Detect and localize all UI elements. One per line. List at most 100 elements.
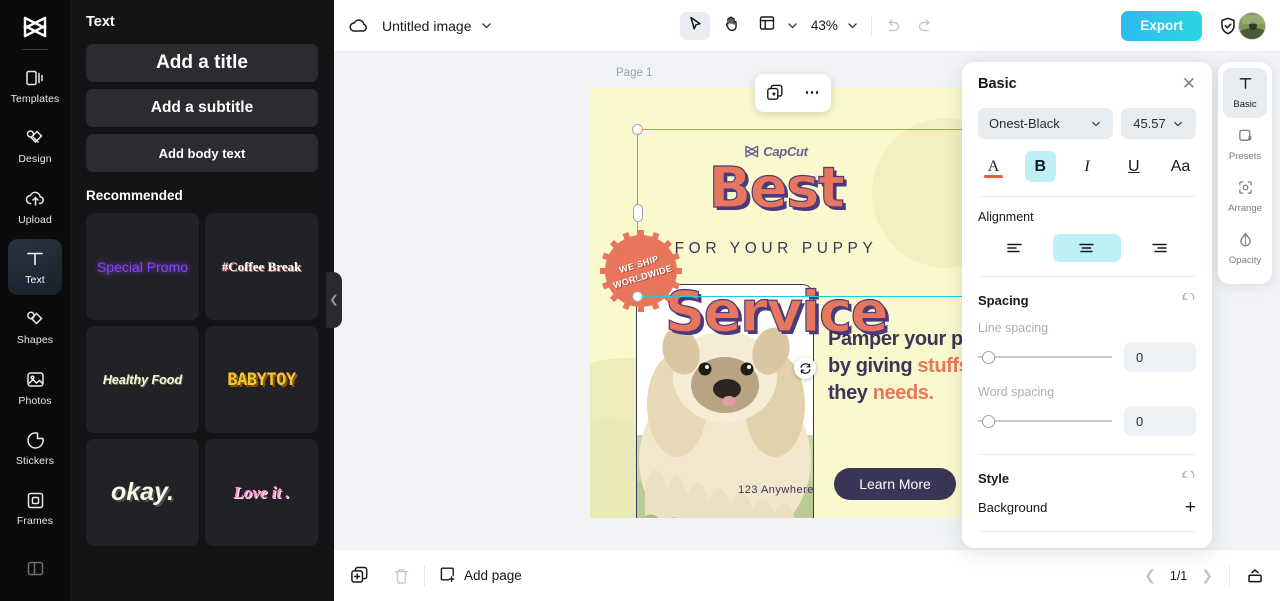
text-template-card[interactable]: Special Promo xyxy=(86,213,199,320)
text-template-card[interactable]: BABYTOY xyxy=(205,326,318,433)
worldwide-badge[interactable]: WE SHIP WORLDWIDE xyxy=(598,228,684,314)
tab-arrange[interactable]: Arrange xyxy=(1223,172,1267,222)
text-template-card[interactable]: #Coffee Break xyxy=(205,213,318,320)
line-spacing-input[interactable]: 0 xyxy=(1124,342,1196,372)
sidebar-item-upload[interactable]: Upload xyxy=(8,179,62,235)
background-row[interactable]: Background + xyxy=(978,498,1196,517)
text-template-card[interactable]: okay. xyxy=(86,439,199,546)
line-spacing-label: Line spacing xyxy=(978,321,1049,335)
italic-button[interactable]: I xyxy=(1072,151,1103,182)
sidebar-item-templates[interactable]: Templates xyxy=(8,58,62,114)
layout-chevron-down-icon[interactable] xyxy=(786,19,799,32)
duplicate-icon[interactable] xyxy=(766,84,784,102)
word-spacing-slider[interactable] xyxy=(978,414,1112,428)
sidebar-item-text[interactable]: Text xyxy=(8,238,62,296)
divider xyxy=(978,276,1196,277)
sidebar-label: Shapes xyxy=(16,334,54,347)
duplicate-page-icon[interactable] xyxy=(350,566,369,585)
document-title[interactable]: Untitled image xyxy=(382,18,472,34)
shield-check-icon[interactable] xyxy=(1218,16,1238,36)
tab-label: Basic xyxy=(1233,99,1257,110)
layout-tool-button[interactable] xyxy=(752,12,782,40)
body-text-emph: needs. xyxy=(872,382,934,404)
add-page-button[interactable]: Add page xyxy=(439,566,522,586)
divider xyxy=(978,531,1196,532)
alignment-label: Alignment xyxy=(978,210,1034,224)
chevron-right-icon[interactable]: ❯ xyxy=(1201,567,1213,584)
chevron-left-icon[interactable]: ❮ xyxy=(1144,567,1156,584)
text-template-card[interactable]: Love it . xyxy=(205,439,318,546)
layout-icon xyxy=(759,15,775,36)
capcut-logo-icon[interactable] xyxy=(18,10,52,43)
zoom-chevron-down-icon[interactable] xyxy=(846,19,859,32)
font-size-value: 45.57 xyxy=(1133,116,1166,131)
add-body-text-button[interactable]: Add body text xyxy=(86,134,318,172)
reset-icon[interactable] xyxy=(1181,471,1196,486)
add-subtitle-button[interactable]: Add a subtitle xyxy=(86,89,318,127)
font-controls-row: Onest-Black 45.57 xyxy=(978,108,1196,139)
bold-glyph: B xyxy=(1034,157,1047,175)
rotate-handle-icon[interactable] xyxy=(794,357,816,379)
text-template-card[interactable]: Healthy Food xyxy=(86,326,199,433)
cursor-arrow-icon xyxy=(687,15,703,37)
text-icon xyxy=(24,248,46,270)
font-family-select[interactable]: Onest-Black xyxy=(978,108,1113,139)
sidebar-label: Text xyxy=(25,274,45,287)
close-icon[interactable]: ✕ xyxy=(1182,75,1196,92)
footer-address[interactable]: 123 Anywhere xyxy=(590,484,962,496)
style-section-header: Style xyxy=(978,471,1196,486)
underline-button[interactable]: U xyxy=(1118,151,1149,182)
font-size-select[interactable]: 45.57 xyxy=(1121,108,1196,139)
select-tool-button[interactable] xyxy=(679,11,710,40)
undo-icon[interactable] xyxy=(884,18,902,34)
template-label: Healthy Food xyxy=(102,372,183,387)
properties-title: Basic xyxy=(978,76,1017,92)
headline-top[interactable]: Best xyxy=(590,155,962,221)
slider-knob[interactable] xyxy=(982,350,995,364)
align-center-button[interactable] xyxy=(1052,234,1121,262)
body-text-emph: stuffs xyxy=(917,355,962,377)
toolbar-divider xyxy=(1229,565,1230,586)
add-title-button[interactable]: Add a title xyxy=(86,44,318,82)
layout-more-icon xyxy=(24,558,46,580)
sidebar-item-more[interactable] xyxy=(8,541,62,597)
letter-case-button[interactable]: Aa xyxy=(1165,151,1196,182)
sidebar-item-design[interactable]: Design xyxy=(8,118,62,174)
word-spacing-input[interactable]: 0 xyxy=(1124,406,1196,436)
hand-tool-button[interactable] xyxy=(716,12,746,40)
text-color-button[interactable]: A xyxy=(978,151,1009,182)
artboard[interactable]: CapCut Best FOR YOUR PUPPY Service WE SH… xyxy=(590,88,962,518)
panel-collapse-handle[interactable]: ❮ xyxy=(326,272,342,328)
recommended-heading: Recommended xyxy=(86,188,183,203)
chevron-down-icon[interactable] xyxy=(480,19,493,32)
more-options-icon[interactable]: ⋯ xyxy=(805,85,821,100)
align-left-button[interactable] xyxy=(980,234,1048,262)
text-color-glyph: A xyxy=(987,157,1000,175)
plus-icon[interactable]: + xyxy=(1185,498,1196,517)
tab-basic[interactable]: Basic xyxy=(1223,68,1267,118)
trash-icon[interactable] xyxy=(393,567,410,585)
export-button[interactable]: Export xyxy=(1121,10,1203,41)
align-center-icon xyxy=(1079,243,1095,253)
redo-icon[interactable] xyxy=(916,18,934,34)
frames-icon xyxy=(24,489,46,511)
reset-icon[interactable] xyxy=(1181,293,1196,308)
align-right-button[interactable] xyxy=(1126,234,1194,262)
slider-knob[interactable] xyxy=(982,414,995,428)
align-right-icon xyxy=(1152,243,1167,253)
bold-button[interactable]: B xyxy=(1024,151,1056,182)
sidebar-item-photos[interactable]: Photos xyxy=(8,360,62,416)
sidebar-item-shapes[interactable]: Shapes xyxy=(8,299,62,355)
body-copy[interactable]: Pamper your pup by giving stuffs they ne… xyxy=(828,326,962,407)
user-avatar[interactable] xyxy=(1238,11,1267,40)
design-icon xyxy=(24,127,46,149)
tab-presets[interactable]: Presets xyxy=(1223,120,1267,170)
line-spacing-slider[interactable] xyxy=(978,350,1112,364)
tab-opacity[interactable]: Opacity xyxy=(1223,224,1267,274)
page-grid-icon[interactable] xyxy=(1246,567,1264,585)
sidebar-item-frames[interactable]: Frames xyxy=(8,480,62,536)
sidebar-item-stickers[interactable]: Stickers xyxy=(8,420,62,476)
upload-icon xyxy=(24,188,46,210)
divider xyxy=(978,196,1196,197)
cloud-sync-icon[interactable] xyxy=(348,17,370,35)
